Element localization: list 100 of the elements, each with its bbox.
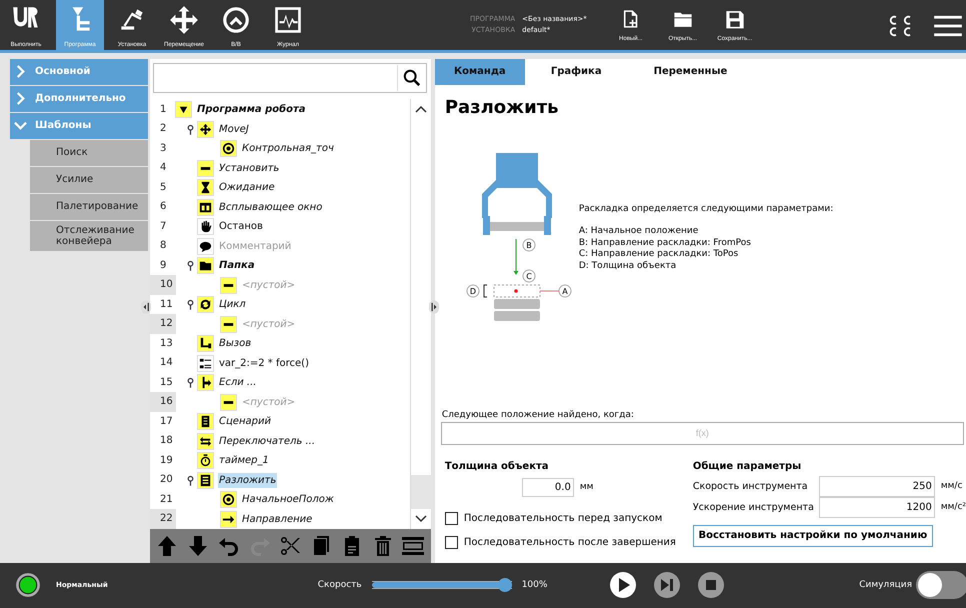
script-icon <box>198 414 213 430</box>
swap-arrows-icon <box>198 434 213 449</box>
folder-icon <box>198 258 213 274</box>
simulation-label: Симуляция <box>859 580 912 590</box>
tree-node[interactable]: var_2:=2 * force() <box>218 356 310 371</box>
expand-pin-icon[interactable] <box>187 474 194 486</box>
tab[interactable]: Команда <box>434 58 525 85</box>
checkbox-label: Последовательность после завершения <box>464 537 676 548</box>
expand-pin-icon[interactable] <box>187 260 194 272</box>
search-field[interactable] <box>153 62 427 93</box>
tree-node[interactable]: Сценарий <box>218 414 272 430</box>
point-marker: A <box>558 284 572 298</box>
tree-node[interactable]: Программа робота <box>196 102 307 118</box>
speed-slider[interactable] <box>372 578 512 592</box>
template-item[interactable]: Палетирование <box>30 194 148 220</box>
description-text: Раскладка определяется следующими параметрами: <box>578 204 834 216</box>
parameter-field[interactable]: 1200 <box>818 496 935 518</box>
line-number: 5 <box>159 180 168 195</box>
scroll-up-icon[interactable] <box>414 104 427 113</box>
thickness-bracket <box>483 284 488 298</box>
parameter-label: Скорость инструмента <box>692 480 809 492</box>
parameter-description: B: Направление раскладки: FromPos <box>578 238 752 249</box>
tree-node[interactable]: таймер_1 <box>218 453 270 468</box>
line-number: 10 <box>150 275 176 295</box>
window-icon <box>198 200 213 215</box>
thickness-field[interactable]: 0.0 <box>522 478 574 497</box>
tree-node[interactable]: Контрольная_точ <box>241 141 335 156</box>
tree-node[interactable]: НачальноеПолож <box>241 492 335 508</box>
stop-button[interactable] <box>697 571 726 600</box>
io-icon <box>220 4 252 36</box>
scrollbar[interactable] <box>410 98 431 529</box>
search-icon <box>402 68 421 87</box>
scroll-down-icon[interactable] <box>414 514 427 523</box>
expand-pin-icon[interactable] <box>187 299 194 310</box>
section-heading: Общие параметры <box>692 460 802 472</box>
loop-icon <box>198 297 213 312</box>
status-indicator-icon[interactable] <box>15 572 41 598</box>
dash-icon <box>221 316 236 332</box>
chevron-right-icon <box>14 92 27 106</box>
collapse-handle-icon[interactable] <box>141 300 151 314</box>
tree-node[interactable]: Направление <box>241 512 314 527</box>
hand-icon <box>198 219 213 234</box>
play-button[interactable] <box>609 571 638 600</box>
speed-value: 100% <box>522 580 548 590</box>
expand-pin-icon[interactable] <box>187 377 194 388</box>
tab[interactable]: Переменные <box>628 58 754 85</box>
point-marker: C <box>522 269 536 282</box>
expand-pin-icon[interactable] <box>187 124 194 135</box>
line-number: 8 <box>159 239 168 254</box>
unit-label: мм <box>580 482 594 492</box>
line-number: 18 <box>159 434 174 448</box>
unit-label: мм/с² <box>940 502 966 512</box>
menu-icon[interactable] <box>934 14 962 38</box>
move-icon <box>168 4 200 36</box>
line-number: 6 <box>159 200 168 214</box>
line-number: 21 <box>159 492 174 507</box>
expression-field[interactable]: f(x) <box>440 422 964 445</box>
page-title: Разложить <box>444 96 560 118</box>
parameter-description: A: Начальное положение <box>578 226 700 238</box>
scroll-thumb[interactable] <box>410 474 431 509</box>
tree-node[interactable]: Цикл <box>218 297 247 312</box>
tree-node[interactable]: Останов <box>218 219 264 234</box>
checkbox[interactable] <box>444 512 458 526</box>
list-icon <box>198 472 213 488</box>
line-number: 1 <box>159 102 168 117</box>
tree-node[interactable]: Ожидание <box>218 180 276 196</box>
stopwatch-icon <box>198 453 213 468</box>
branch-icon <box>198 336 213 352</box>
condition-label: Следующее положение найдено, когда: <box>442 410 635 420</box>
tree-node[interactable]: Разложить <box>218 472 278 488</box>
dash-icon <box>198 160 213 176</box>
step-button[interactable] <box>653 571 682 600</box>
stacked-objects-drawing <box>494 298 540 321</box>
slider-thumb[interactable] <box>498 578 512 592</box>
tab[interactable]: Графика <box>524 58 628 85</box>
line-number: 14 <box>159 356 174 370</box>
tree-node[interactable]: MoveJ <box>218 122 250 137</box>
chevron-down-icon <box>14 119 27 132</box>
chevron-right-icon <box>14 65 27 78</box>
line-number: 12 <box>150 314 176 334</box>
parameter-description: D: Толщина объекта <box>578 260 678 272</box>
target-icon <box>221 141 236 156</box>
tree-node[interactable]: Папка <box>218 258 256 274</box>
template-item[interactable]: Отслеживание конвейера <box>30 220 148 251</box>
template-item[interactable]: Усилие <box>30 166 148 193</box>
tree-node[interactable]: Установить <box>218 160 280 176</box>
line-number: 9 <box>159 258 168 273</box>
template-item[interactable]: Поиск <box>30 140 148 166</box>
point-marker: B <box>522 238 536 252</box>
tree-node[interactable]: Всплывающее окно <box>218 200 324 215</box>
checkbox[interactable] <box>444 536 458 550</box>
parameter-field[interactable]: 250 <box>818 476 935 497</box>
move-arrows-icon <box>198 122 213 137</box>
tree-node[interactable]: Вызов <box>218 336 252 352</box>
restore-defaults-button[interactable]: Восстановить настройки по умолчанию <box>692 524 933 547</box>
line-number: 20 <box>159 473 174 488</box>
simulation-toggle[interactable] <box>916 571 966 600</box>
tree-node[interactable]: Переключатель ... <box>218 434 316 449</box>
tree-node[interactable]: Если ... <box>218 375 258 390</box>
object-outline-drawing <box>493 284 540 298</box>
